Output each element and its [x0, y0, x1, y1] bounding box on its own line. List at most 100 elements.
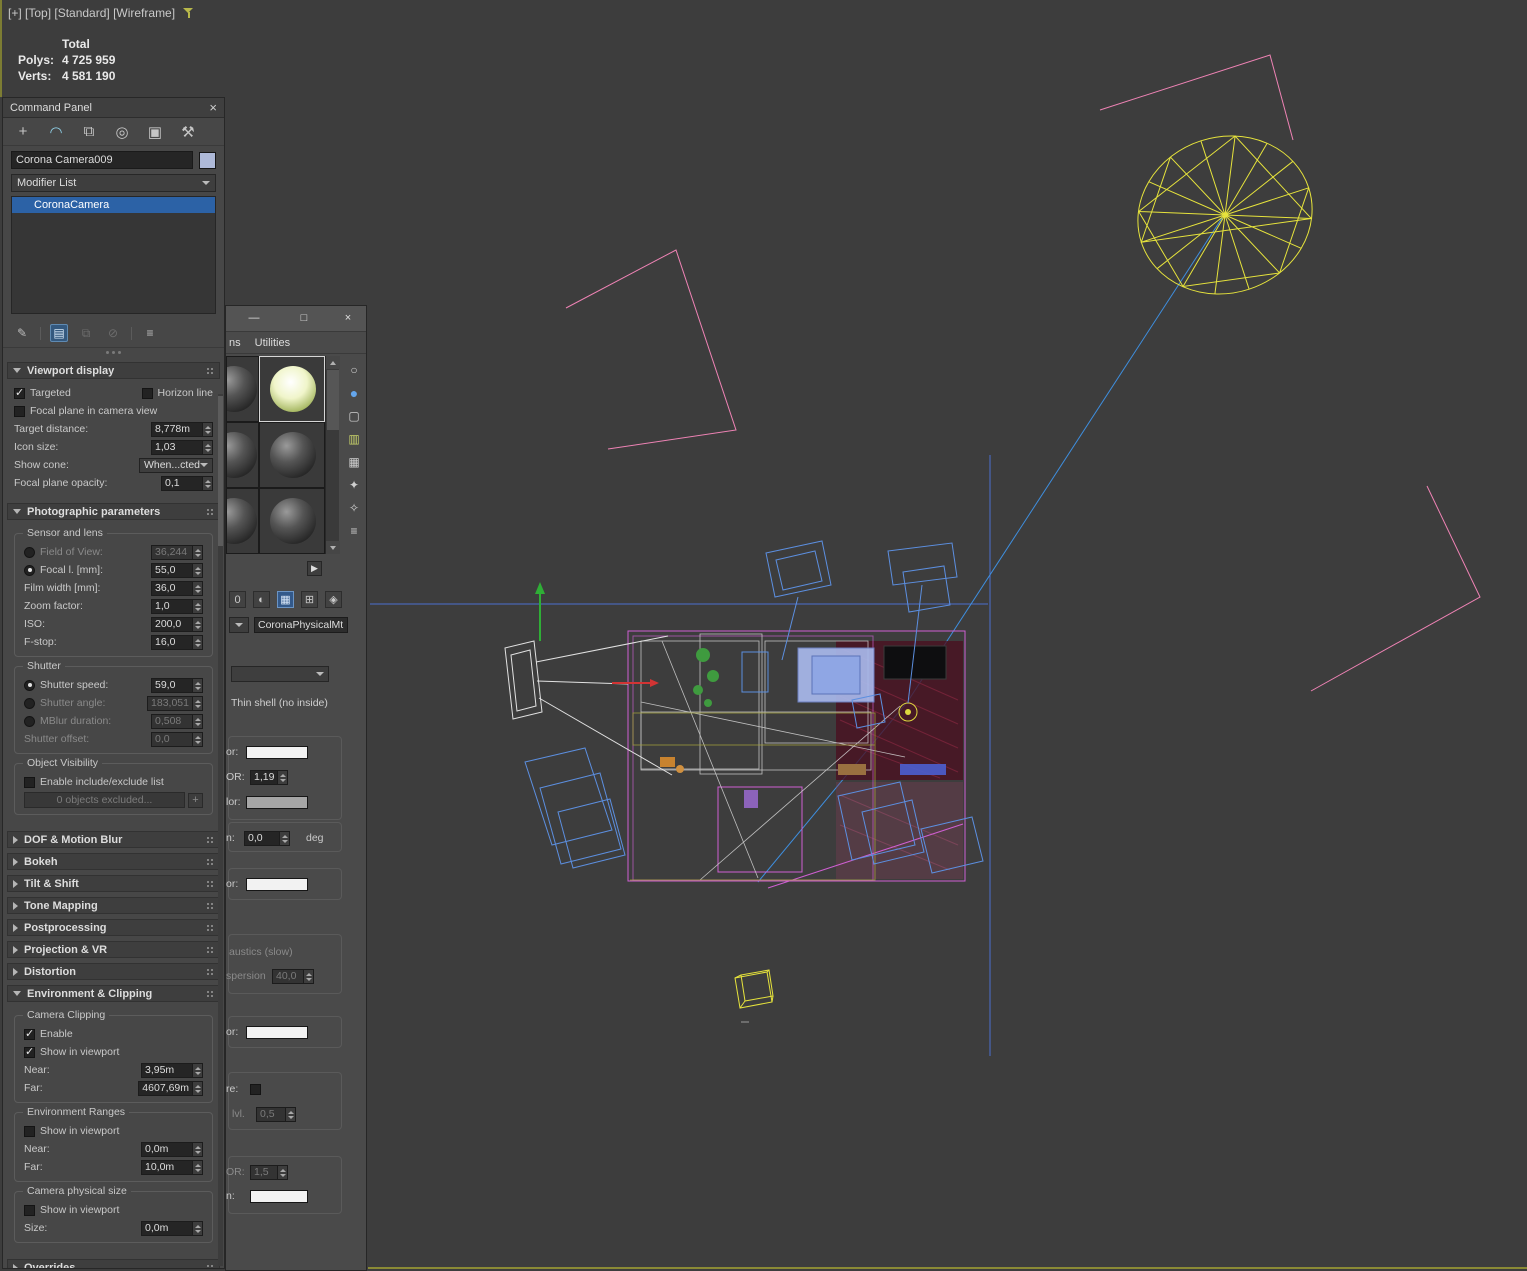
- command-panel-titlebar[interactable]: Command Panel ×: [3, 98, 224, 118]
- spinner-arrows-icon[interactable]: [192, 1142, 202, 1156]
- add-exclude-icon[interactable]: +: [188, 792, 203, 808]
- color-swatch[interactable]: [246, 745, 308, 759]
- spinner-arrows-icon[interactable]: [192, 563, 202, 577]
- fov-radio[interactable]: [24, 546, 35, 558]
- ranges-far-spinner[interactable]: 10,0m: [141, 1159, 203, 1175]
- spinner-arrows-icon[interactable]: [192, 714, 202, 728]
- focal-opacity-spinner[interactable]: 0,1: [161, 475, 213, 491]
- spinner-arrows-icon[interactable]: [192, 1081, 202, 1095]
- backlight-icon[interactable]: ◐: [253, 591, 270, 608]
- spinner-arrows-icon[interactable]: [192, 617, 202, 631]
- viewport-filter-icon[interactable]: [183, 7, 194, 19]
- fov-spinner[interactable]: 36,244: [151, 544, 203, 560]
- mblur-duration-spinner[interactable]: 0,508: [151, 713, 203, 729]
- shutter-angle-radio[interactable]: [24, 697, 35, 709]
- minimize-icon[interactable]: —: [246, 311, 262, 327]
- material-slot[interactable]: [226, 356, 259, 422]
- pin-stack-icon[interactable]: ✎: [13, 324, 31, 342]
- shutter-angle-spinner[interactable]: 183,051: [147, 695, 203, 711]
- spinner-arrows-icon[interactable]: [192, 581, 202, 595]
- slots-scrollbar[interactable]: [325, 356, 340, 554]
- menu-item-utilities[interactable]: Utilities: [255, 337, 290, 349]
- video-color-check-icon[interactable]: ✦: [345, 476, 363, 494]
- material-slot[interactable]: [226, 488, 259, 554]
- spinner-arrows-icon[interactable]: [192, 732, 202, 746]
- rollout-distortion-header[interactable]: Distortion: [7, 963, 220, 980]
- sample-sphere-icon[interactable]: ○: [345, 361, 363, 379]
- color-swatch[interactable]: [246, 795, 308, 809]
- tab-create[interactable]: +: [13, 122, 33, 142]
- spinner-arrows-icon[interactable]: [279, 831, 289, 845]
- spinner-arrows-icon[interactable]: [277, 1165, 287, 1179]
- sample-sphere-active-icon[interactable]: ●: [345, 384, 363, 402]
- panel-scrollbar[interactable]: [218, 394, 223, 1266]
- pick-material-icon[interactable]: ◈: [325, 591, 342, 608]
- rollout-tilt-header[interactable]: Tilt & Shift: [7, 875, 220, 892]
- scroll-down-icon[interactable]: [326, 541, 340, 554]
- modifier-list-dropdown[interactable]: Modifier List: [11, 174, 216, 192]
- spinner-arrows-icon[interactable]: [192, 1063, 202, 1077]
- spinner-arrows-icon[interactable]: [192, 1160, 202, 1174]
- spinner-arrows-icon[interactable]: [192, 678, 202, 692]
- checker-background-icon[interactable]: ▦: [345, 453, 363, 471]
- make-preview-icon[interactable]: ✧: [345, 499, 363, 517]
- excluded-objects-button[interactable]: 0 objects excluded...: [24, 792, 185, 808]
- options-list-icon[interactable]: ≡: [345, 522, 363, 540]
- icon-size-spinner[interactable]: 1,03: [151, 439, 213, 455]
- focal-length-spinner[interactable]: 55,0: [151, 562, 203, 578]
- shutter-speed-spinner[interactable]: 59,0: [151, 677, 203, 693]
- clipping-far-spinner[interactable]: 4607,69m: [138, 1080, 203, 1096]
- ior2-spinner[interactable]: 1,5: [250, 1164, 288, 1180]
- rollout-projection-header[interactable]: Projection & VR: [7, 941, 220, 958]
- rollout-tone-header[interactable]: Tone Mapping: [7, 897, 220, 914]
- menu-item-partial[interactable]: ns: [229, 337, 241, 349]
- stack-item-selected[interactable]: CoronaCamera: [12, 197, 215, 213]
- mblur-duration-radio[interactable]: [24, 715, 35, 727]
- focal-plane-checkbox[interactable]: [14, 405, 25, 417]
- rollout-overrides-header[interactable]: Overrides: [7, 1259, 220, 1268]
- spinner-arrows-icon[interactable]: [303, 969, 313, 983]
- sample-box-icon[interactable]: ▢: [345, 407, 363, 425]
- remove-modifier-icon[interactable]: ⊘: [104, 324, 122, 342]
- enable-exclude-list-checkbox[interactable]: [24, 776, 35, 788]
- close-icon[interactable]: ×: [340, 311, 356, 327]
- tab-hierarchy[interactable]: ⧉: [79, 122, 99, 142]
- scrollbar-thumb[interactable]: [327, 370, 339, 430]
- dispersion-spinner[interactable]: 40,0: [272, 968, 314, 984]
- spinner-arrows-icon[interactable]: [192, 599, 202, 613]
- ior-spinner[interactable]: 1,19: [250, 769, 289, 785]
- rollout-post-header[interactable]: Postprocessing: [7, 919, 220, 936]
- clipping-show-viewport-checkbox[interactable]: [24, 1045, 35, 1058]
- color-swatch[interactable]: [246, 1025, 308, 1039]
- size-spinner[interactable]: 0,0m: [141, 1220, 203, 1236]
- maximize-icon[interactable]: □: [296, 311, 312, 327]
- ranges-near-spinner[interactable]: 0,0m: [141, 1141, 203, 1157]
- material-name-field[interactable]: CoronaPhysicalMt: [254, 617, 348, 633]
- rotation-spinner[interactable]: 0,0: [244, 830, 290, 846]
- rollout-photographic-header[interactable]: Photographic parameters: [7, 503, 220, 520]
- clipping-near-spinner[interactable]: 3,95m: [141, 1062, 203, 1078]
- tab-modify[interactable]: ◠: [46, 122, 66, 142]
- lvl-spinner[interactable]: 0,5: [256, 1106, 296, 1122]
- fstop-spinner[interactable]: 16,0: [151, 634, 203, 650]
- spinner-arrows-icon[interactable]: [202, 422, 212, 436]
- configure-modifier-sets-icon[interactable]: ≡: [141, 324, 159, 342]
- film-width-spinner[interactable]: 36,0: [151, 580, 203, 596]
- spinner-arrows-icon[interactable]: [192, 696, 202, 710]
- size-show-viewport-checkbox[interactable]: [24, 1204, 35, 1216]
- targeted-checkbox[interactable]: [14, 386, 25, 399]
- object-name-field[interactable]: Corona Camera009: [11, 151, 193, 169]
- rollout-dof-header[interactable]: DOF & Motion Blur: [7, 831, 220, 848]
- shutter-speed-radio[interactable]: [24, 679, 35, 691]
- slot-nav-icon[interactable]: ▶: [307, 561, 322, 576]
- target-distance-spinner[interactable]: 8,778m: [151, 421, 213, 437]
- viewport-label-bar[interactable]: [+] [Top] [Standard] [Wireframe]: [8, 6, 194, 20]
- iso-spinner[interactable]: 200,0: [151, 616, 203, 632]
- background-bars-icon[interactable]: ▥: [345, 430, 363, 448]
- rollout-viewport-display-header[interactable]: Viewport display: [7, 362, 220, 379]
- close-icon[interactable]: ×: [209, 101, 217, 114]
- color-swatch[interactable]: [250, 1189, 308, 1203]
- material-type-dropdown[interactable]: [229, 617, 249, 633]
- spinner-arrows-icon[interactable]: [202, 476, 212, 490]
- color-swatch[interactable]: [246, 877, 308, 891]
